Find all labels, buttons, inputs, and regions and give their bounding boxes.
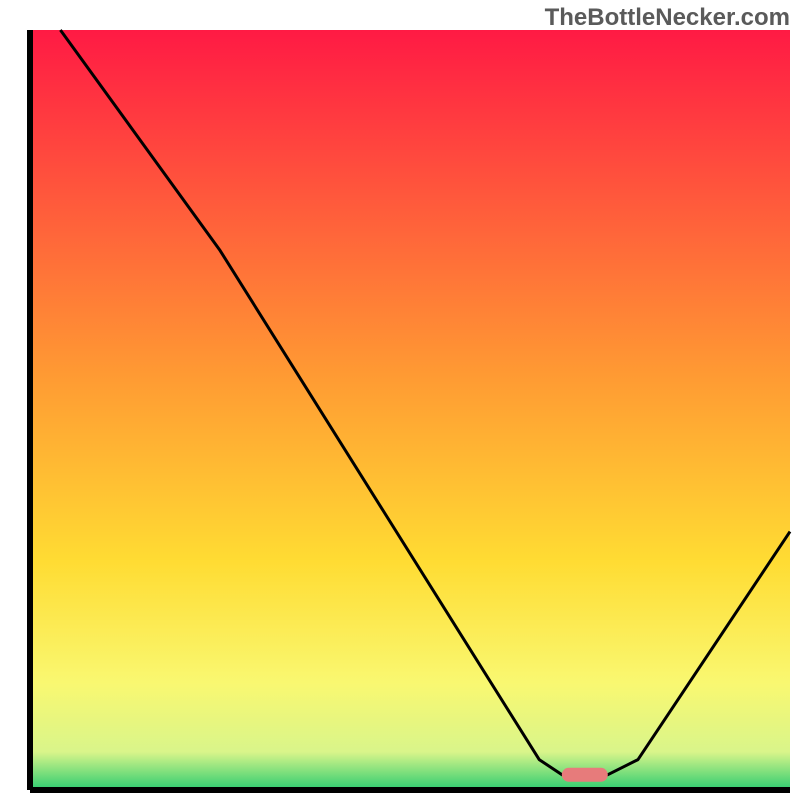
watermark-text: TheBottleNecker.com	[545, 4, 790, 32]
chart-container: TheBottleNecker.com	[0, 0, 800, 800]
bottleneck-chart	[0, 0, 800, 800]
optimal-marker	[562, 768, 608, 782]
